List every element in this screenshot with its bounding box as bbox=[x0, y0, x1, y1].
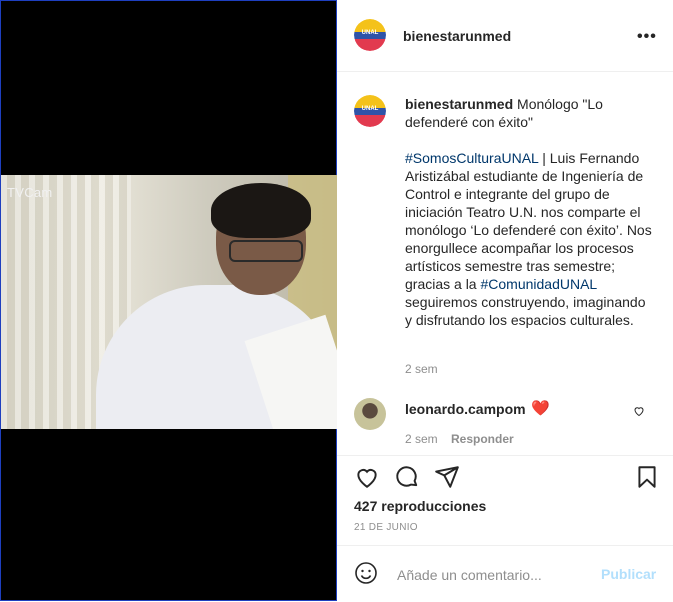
caption-avatar[interactable]: UNAL bbox=[354, 95, 386, 127]
video-watermark: TVCam bbox=[7, 185, 53, 200]
bookmark-icon[interactable] bbox=[634, 464, 660, 490]
hashtag-link[interactable]: #ComunidadUNAL bbox=[480, 276, 596, 292]
video-panel[interactable]: TVCam bbox=[0, 0, 338, 601]
unal-logo-icon: UNAL bbox=[354, 95, 386, 127]
post-sidebar: UNAL bienestarunmed ••• UNAL bienestarun… bbox=[337, 0, 673, 601]
comment-icon[interactable] bbox=[394, 464, 420, 490]
heart-emoji: ❤️ bbox=[531, 400, 550, 417]
video-person-glasses bbox=[229, 240, 303, 262]
avatar-logo-text: UNAL bbox=[361, 106, 379, 112]
reply-button[interactable]: Responder bbox=[451, 432, 514, 446]
unal-logo-icon: UNAL bbox=[354, 19, 386, 51]
caption-body: #SomosCulturaUNAL | Luis Fernando Aristi… bbox=[405, 149, 655, 329]
hashtag-link[interactable]: #SomosCulturaUNAL bbox=[405, 150, 538, 166]
caption-username[interactable]: bienestarunmed bbox=[405, 96, 513, 112]
post-actions bbox=[337, 455, 673, 496]
more-horizontal-icon[interactable]: ••• bbox=[637, 28, 657, 46]
post-header: UNAL bienestarunmed ••• bbox=[337, 0, 673, 72]
emoji-icon[interactable] bbox=[354, 561, 380, 587]
comment-like-icon[interactable] bbox=[633, 405, 645, 420]
video-person-hair bbox=[211, 183, 311, 238]
commenter-avatar[interactable] bbox=[354, 398, 386, 430]
like-icon[interactable] bbox=[354, 464, 380, 490]
author-avatar[interactable]: UNAL bbox=[354, 19, 386, 51]
post-caption: bienestarunmed Monólogo "Lo defenderé co… bbox=[405, 95, 655, 329]
caption-timestamp[interactable]: 2 sem bbox=[405, 362, 438, 376]
caption-text: | Luis Fernando Aristizábal estudiante d… bbox=[405, 150, 652, 292]
caption-header: bienestarunmed Monólogo "Lo defenderé co… bbox=[405, 95, 655, 131]
share-icon[interactable] bbox=[434, 464, 460, 490]
caption-text: seguiremos construyendo, imaginando y di… bbox=[405, 294, 646, 328]
comment-timestamp[interactable]: 2 sem bbox=[405, 432, 438, 446]
instagram-post-view: TVCam UNAL bienestarunmed ••• UNAL biene… bbox=[0, 0, 673, 601]
comment-input[interactable] bbox=[395, 563, 599, 587]
comment-composer: Publicar bbox=[337, 545, 673, 602]
comment-username[interactable]: leonardo.campom bbox=[405, 401, 526, 417]
author-username[interactable]: bienestarunmed bbox=[403, 28, 511, 44]
avatar-logo-text: UNAL bbox=[361, 30, 379, 36]
video-player[interactable]: TVCam bbox=[1, 175, 338, 429]
view-count[interactable]: 427 reproducciones bbox=[354, 498, 486, 514]
post-date[interactable]: 21 DE JUNIO bbox=[354, 522, 418, 533]
publish-button[interactable]: Publicar bbox=[601, 566, 656, 582]
